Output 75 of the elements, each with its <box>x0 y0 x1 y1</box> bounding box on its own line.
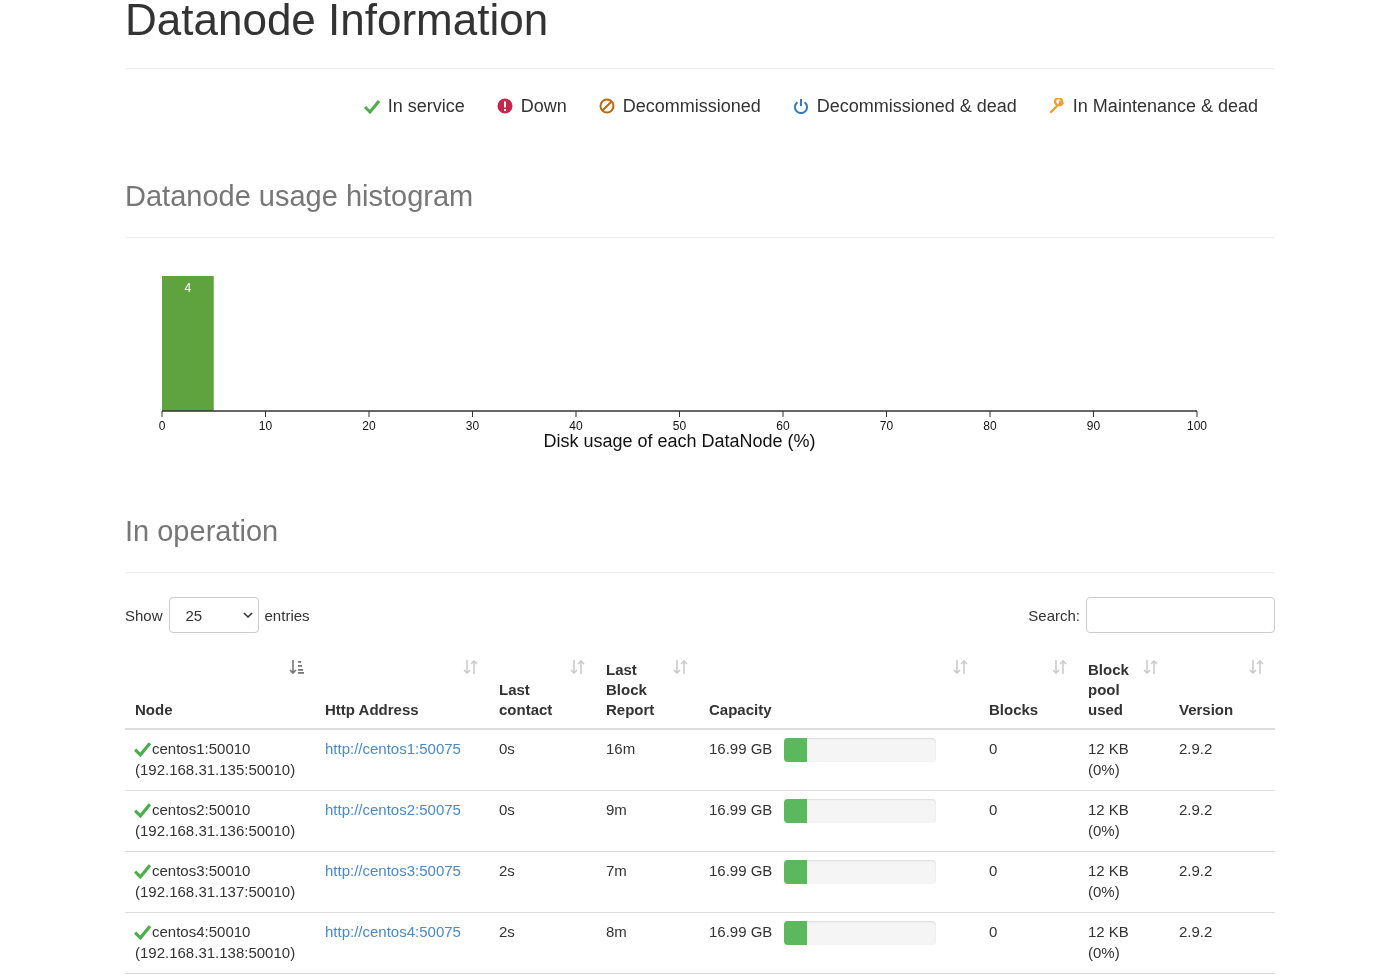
chevron-down-icon <box>242 612 253 618</box>
search-label: Search: <box>1028 606 1080 624</box>
show-label: Show <box>125 606 163 624</box>
capacity-value: 16.99 GB <box>709 922 773 942</box>
page-title: Datanode Information <box>125 0 550 46</box>
pool-percent: (0%) <box>1088 760 1121 780</box>
pool-used: 12 KB <box>1088 739 1130 759</box>
table-cell: 0s <box>489 790 596 852</box>
table-cell: 16m <box>596 729 699 791</box>
node-name: centos3:50010 <box>152 861 251 881</box>
tick-label: 70 <box>879 419 894 433</box>
column-header[interactable]: Block pool used <box>1078 655 1169 729</box>
tick-label: 50 <box>672 419 687 433</box>
table-cell: 2.9.2 <box>1169 790 1275 852</box>
tick-label: 40 <box>569 419 583 433</box>
tick-label: 0 <box>158 419 166 433</box>
axis-title: Disk usage of each DataNode (%) <box>543 431 816 451</box>
pool-percent: (0%) <box>1088 882 1121 902</box>
table-cell: 0 <box>979 729 1078 791</box>
node-address: (192.168.31.135:50010) <box>135 760 297 780</box>
table-cell: 2s <box>489 851 596 913</box>
http-link[interactable]: http://centos2:50075 <box>325 801 461 818</box>
legend-label: Decommissioned & dead <box>816 95 1017 117</box>
section-heading: In operation <box>125 514 280 548</box>
column-header[interactable]: Last contact <box>489 655 596 729</box>
table-cell: 2.9.2 <box>1169 912 1275 974</box>
table-cell: 7m <box>596 851 699 913</box>
table-cell: 9m <box>596 790 699 852</box>
capacity-value: 16.99 GB <box>709 739 773 759</box>
capacity-value: 16.99 GB <box>709 861 773 881</box>
tick-label: 100 <box>1187 419 1207 433</box>
table-cell: 0 <box>979 912 1078 974</box>
node-name: centos1:50010 <box>152 739 251 759</box>
pool-percent: (0%) <box>1088 943 1121 963</box>
tick-label: 60 <box>776 419 790 433</box>
table-cell: 2.9.2 <box>1169 851 1275 913</box>
pool-percent: (0%) <box>1088 821 1121 841</box>
node-name: centos2:50010 <box>152 800 251 820</box>
section-heading: Datanode usage histogram <box>125 179 475 213</box>
tick-label: 10 <box>258 419 273 433</box>
search-field[interactable] <box>1086 597 1275 633</box>
http-link[interactable]: http://centos4:50075 <box>325 923 461 940</box>
tick-label: 80 <box>983 419 997 433</box>
legend-label: Decommissioned <box>622 95 761 117</box>
page-size-select[interactable]: 25 <box>168 597 259 633</box>
tick-label: 20 <box>362 419 376 433</box>
pool-used: 12 KB <box>1088 922 1130 942</box>
column-header[interactable]: Last Block Report <box>596 655 699 729</box>
tick-label: 90 <box>1086 419 1101 433</box>
http-link[interactable]: http://centos3:50075 <box>325 862 461 879</box>
column-header[interactable]: Http Address <box>315 655 489 729</box>
legend-label: In service <box>387 95 465 117</box>
node-address: (192.168.31.138:50010) <box>135 943 297 963</box>
column-header[interactable]: Version <box>1169 655 1275 729</box>
table-cell: 2s <box>489 912 596 974</box>
tick-label: 30 <box>465 419 480 433</box>
column-header[interactable]: Node <box>125 655 315 729</box>
column-header[interactable]: Blocks <box>979 655 1078 729</box>
bar-value-label: 4 <box>184 281 192 295</box>
column-header[interactable]: Capacity <box>699 655 979 729</box>
node-address: (192.168.31.136:50010) <box>135 821 297 841</box>
legend-label: Down <box>520 95 567 117</box>
pool-used: 12 KB <box>1088 800 1130 820</box>
http-link[interactable]: http://centos1:50075 <box>325 740 461 757</box>
entries-label: entries <box>264 606 310 624</box>
table-cell: 0 <box>979 790 1078 852</box>
table-cell: 8m <box>596 912 699 974</box>
table-cell: 0s <box>489 729 596 791</box>
node-address: (192.168.31.137:50010) <box>135 882 297 902</box>
table-cell: 2.9.2 <box>1169 729 1275 791</box>
node-name: centos4:50010 <box>152 922 251 942</box>
legend-label: In Maintenance & dead <box>1072 95 1258 117</box>
capacity-value: 16.99 GB <box>709 800 773 820</box>
table-cell: 0 <box>979 851 1078 913</box>
pool-used: 12 KB <box>1088 861 1130 881</box>
